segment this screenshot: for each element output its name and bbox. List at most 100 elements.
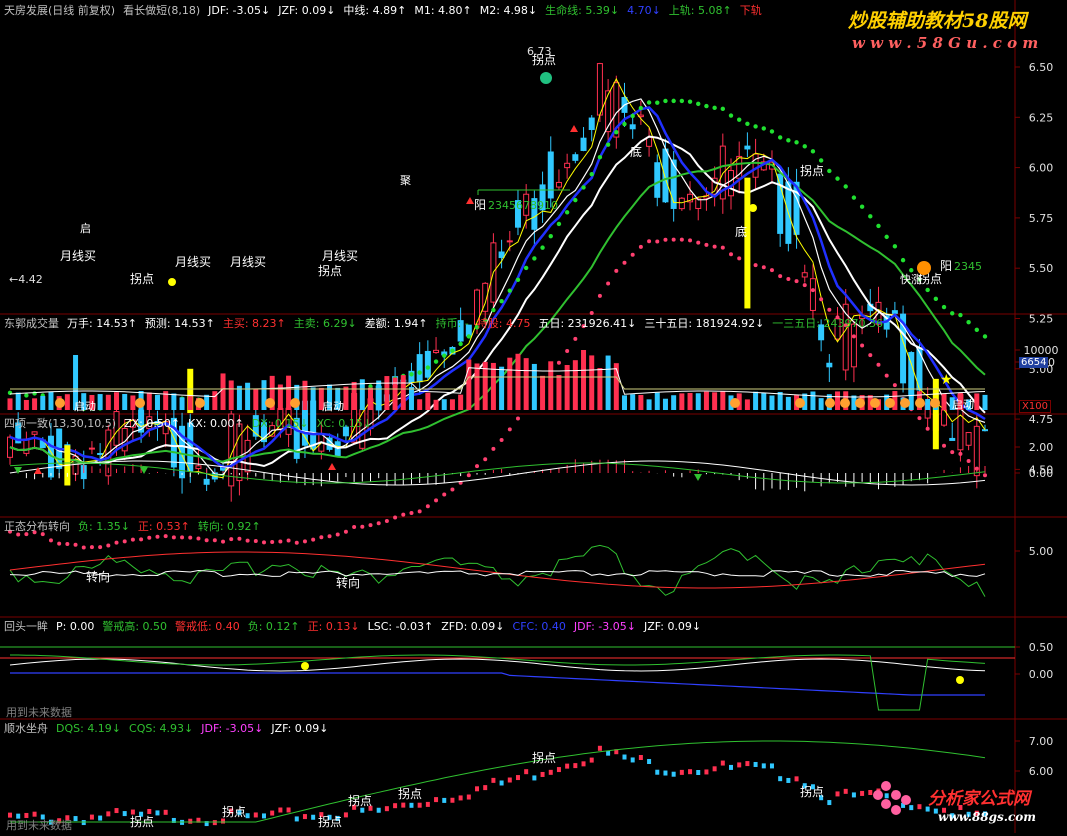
panel2-field-10: 一三五日: 243970.36 <box>772 317 883 330</box>
volume-bar <box>425 392 431 410</box>
flow-candle <box>245 813 250 819</box>
flow-candle <box>737 762 742 768</box>
flow-candle <box>638 755 643 761</box>
price-candle <box>629 124 636 130</box>
lower-rail-dot <box>761 265 766 270</box>
panel1-axis-tick-label: 6.00 <box>1029 162 1054 175</box>
flow-candle <box>311 814 316 820</box>
lower-rail-dot <box>286 538 291 543</box>
panel5-field-7: ZFD: 0.09↓ <box>441 620 505 633</box>
flow-candle <box>409 802 414 808</box>
panel5-field-6: LSC: -0.03↑ <box>367 620 434 633</box>
volume-start-label: 启动 <box>74 400 96 413</box>
flow-candle <box>360 807 365 813</box>
volume-coin-marker <box>840 398 850 408</box>
volume-bar <box>835 391 841 410</box>
lower-rail-dot <box>630 252 635 257</box>
volume-bar <box>507 357 513 410</box>
flow-candle <box>589 757 594 763</box>
lower-rail-dot <box>892 383 897 388</box>
lower-rail-dot <box>245 538 250 543</box>
volume-bar <box>646 399 652 410</box>
up-triangle-marker <box>34 467 42 474</box>
upper-rail-dot <box>646 100 652 105</box>
star-marker: ★ <box>940 372 953 388</box>
lower-rail-dot <box>409 511 414 516</box>
panel5-axis-tick-label: 0.50 <box>1029 641 1054 654</box>
panel1-header: 天房发展(日线 前复权) 看长做短(8,18) JDF: -3.05↓ JZF: 0.… <box>4 4 770 18</box>
buy-dot-marker <box>168 278 176 286</box>
down-triangle-marker <box>14 467 22 474</box>
panel2-field-5: 差额: 1.94↑ <box>364 317 428 330</box>
volume-bar <box>654 392 660 410</box>
lower-rail-dot <box>769 268 774 273</box>
panel6-axis-tick-label: 7.00 <box>1029 735 1054 748</box>
panel5-field-5: 正: 0.13↓ <box>307 620 360 633</box>
price-candle <box>949 437 956 441</box>
volume-bar <box>818 398 824 410</box>
upper-rail-dot <box>925 287 930 293</box>
upper-rail-dot <box>777 135 783 140</box>
volume-bar <box>187 396 193 410</box>
volume-bar <box>105 394 111 410</box>
panel1-field-8: 4.70↓ <box>627 4 661 17</box>
lower-rail-dot <box>622 260 627 265</box>
flow-candle <box>671 771 676 777</box>
upper-rail-dot <box>818 158 824 163</box>
volume-bar <box>671 395 677 410</box>
lower-rail-dot <box>614 268 619 273</box>
lower-rail-dot <box>327 534 332 539</box>
normal-neg-line <box>9 544 986 597</box>
upper-rail-dot <box>696 101 701 107</box>
upper-rail-dot <box>933 296 939 302</box>
flow-candle <box>597 745 602 751</box>
volume-bar <box>433 399 439 410</box>
price-candle <box>588 117 595 131</box>
smiley-marker <box>917 261 931 275</box>
volume-avg-line-2 <box>10 376 985 390</box>
volume-unit-badge: X100 <box>1019 400 1051 413</box>
lower-rail-dot <box>729 252 734 257</box>
volume-bar <box>408 386 414 410</box>
volume-coin-marker <box>135 398 145 408</box>
upper-rail-dot <box>417 370 422 375</box>
lower-rail-dot <box>868 353 873 358</box>
upper-rail-dot <box>786 138 791 143</box>
flow-candle <box>294 816 299 822</box>
upper-rail-dot <box>589 171 594 177</box>
lower-rail-dot <box>671 237 676 242</box>
low-price-label: ←4.42 <box>9 273 43 286</box>
lower-rail-dot <box>819 297 824 302</box>
lower-rail-dot <box>360 524 365 529</box>
flower-petal-icon <box>881 781 891 791</box>
upper-rail-dot <box>884 234 889 240</box>
upper-rail-dot <box>737 117 742 122</box>
upper-rail-dot <box>671 98 676 104</box>
month-buy-label-2: 月线买 <box>175 255 211 269</box>
volume-bar <box>351 381 357 410</box>
lower-rail-dot <box>753 263 758 268</box>
volume-bar <box>228 380 234 410</box>
volume-coin-marker <box>885 398 895 408</box>
flow-candle <box>851 792 856 798</box>
panel5-field-0: 回头一眸 <box>4 620 48 633</box>
lower-rail-dot <box>442 492 447 497</box>
price-candle <box>678 197 685 210</box>
upper-rail-dot <box>532 256 537 261</box>
upper-rail-dot <box>597 154 603 160</box>
upper-rail-dot <box>507 288 512 293</box>
upper-rail-dot <box>769 129 775 134</box>
lower-rail-dot <box>491 446 496 451</box>
watermark-top-url: w w w . 5 8 G u . c o m <box>852 34 1039 52</box>
panel3-axis-tick-label: 0.00 <box>1029 467 1054 480</box>
flow-candle <box>515 775 520 781</box>
lower-rail-dot <box>712 244 717 249</box>
flow-candle <box>499 780 504 786</box>
flow-candle <box>524 769 529 775</box>
panel3-field-1: ZX: 0.50↑ <box>124 417 181 430</box>
panel3-field-3: DX: 0.15↓ <box>251 417 309 430</box>
panel2-field-3: 主买: 8.23↑ <box>222 317 286 330</box>
panel6-field-3: JDF: -3.05↓ <box>201 722 264 735</box>
price-candle <box>547 151 554 199</box>
panel1-field-3: JZF: 0.09↓ <box>278 4 336 17</box>
